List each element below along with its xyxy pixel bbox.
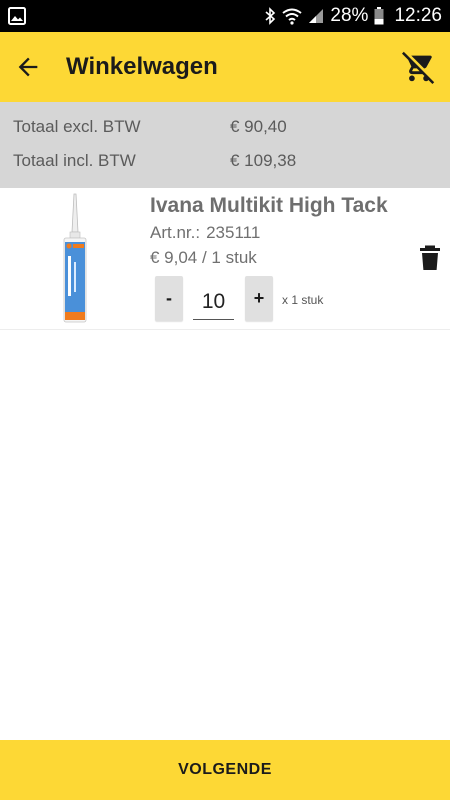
- total-excl-row: Totaal excl. BTW € 90,40: [13, 117, 433, 141]
- decrease-quantity-button[interactable]: -: [155, 276, 183, 321]
- totals-summary: Totaal excl. BTW € 90,40 Totaal incl. BT…: [0, 102, 450, 188]
- article-number-value: 235111: [206, 223, 261, 242]
- signal-icon: [309, 9, 324, 23]
- next-button[interactable]: VOLGENDE: [0, 740, 450, 800]
- article-number-line: Art.nr.: 235111: [150, 223, 260, 243]
- unit-price: € 9,04 / 1 stuk: [150, 248, 257, 267]
- total-excl-label: Totaal excl. BTW: [13, 117, 141, 136]
- product-name[interactable]: Ivana Multikit High Tack: [150, 194, 400, 218]
- page-title: Winkelwagen: [66, 53, 218, 80]
- battery-icon: [374, 7, 384, 25]
- gallery-icon: [8, 7, 26, 25]
- arrow-back-icon[interactable]: [14, 53, 42, 81]
- product-image[interactable]: [60, 192, 90, 326]
- article-number-label: Art.nr.:: [150, 223, 201, 242]
- remove-shopping-cart-icon[interactable]: [402, 50, 436, 84]
- unit-note: x 1 stuk: [282, 293, 324, 307]
- trash-icon[interactable]: [418, 245, 442, 271]
- wifi-icon: [282, 8, 303, 25]
- battery-percent: 28%: [330, 5, 369, 26]
- total-incl-row: Totaal incl. BTW € 109,38: [13, 151, 433, 175]
- bluetooth-icon: [265, 7, 276, 25]
- status-bar: 28% 12:26: [0, 0, 450, 32]
- total-incl-value: € 109,38: [230, 151, 297, 170]
- app-bar: Winkelwagen: [0, 32, 450, 102]
- increase-quantity-button[interactable]: +: [245, 276, 273, 321]
- total-excl-value: € 90,40: [230, 117, 287, 136]
- total-incl-label: Totaal incl. BTW: [13, 151, 136, 170]
- cart-item: Ivana Multikit High Tack Art.nr.: 235111 …: [0, 188, 450, 330]
- clock: 12:26: [394, 5, 442, 26]
- quantity-input[interactable]: [193, 284, 234, 320]
